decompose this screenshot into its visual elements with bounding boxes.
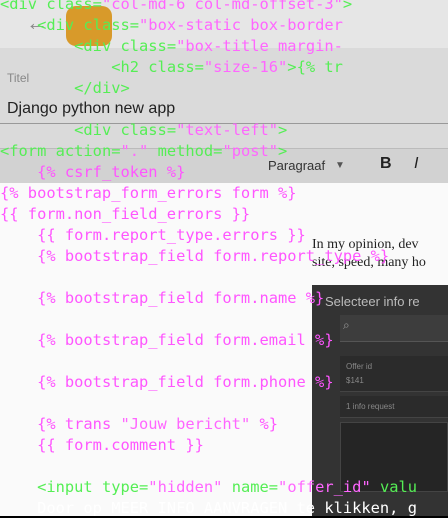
code-line: {% trans "Jouw bericht" %}: [0, 414, 278, 434]
code-token: {% trans: [37, 415, 121, 433]
code-token: "text-left": [176, 121, 279, 139]
code-template-tag: {% csrf_token %}: [37, 163, 186, 181]
code-line: {% bootstrap_form_errors form %}: [0, 183, 297, 203]
code-token: "hidden": [148, 478, 223, 496]
code-line: <div class="text-left">: [0, 120, 287, 140]
code-token: "box-title margin-: [176, 37, 343, 55]
code-token: "col-md-6 col-md-offset-3": [101, 0, 343, 13]
code-token: class=: [83, 16, 140, 34]
code-template-tag: Door op MEER INFO AANVRAGEN te klikken, …: [37, 499, 417, 517]
code-line: {% bootstrap_field form.report_type %}: [0, 246, 389, 266]
code-template-tag: {% bootstrap_field form.report_type %}: [37, 247, 390, 265]
code-token: <div: [37, 16, 84, 34]
code-template-tag: {{ form.non_field_errors }}: [0, 205, 251, 223]
code-overlay: <div class="col-md-6 col-md-offset-3"> <…: [0, 0, 448, 518]
code-token: <h2: [111, 58, 149, 76]
code-token: <div: [74, 121, 121, 139]
code-template-tag: {% bootstrap_field form.phone %}: [37, 373, 334, 391]
code-template-tag: {% bootstrap_field form.name %}: [37, 289, 325, 307]
code-line: <form action="." method="post">: [0, 141, 287, 161]
code-token: type=: [101, 478, 149, 496]
code-line: <div class="col-md-6 col-md-offset-3">: [0, 0, 352, 14]
code-token: class=: [120, 37, 177, 55]
code-token: ".": [120, 142, 149, 160]
code-line: <div class="box-title margin-: [0, 36, 343, 56]
code-template-tag: {{ form.report_type.errors }}: [37, 226, 306, 244]
code-token: method=: [148, 142, 223, 160]
code-token: >: [342, 0, 353, 13]
code-line: {{ form.comment }}: [0, 435, 204, 455]
code-token: <input: [37, 478, 102, 496]
code-token: "Jouw bericht": [120, 415, 251, 433]
code-line: {% csrf_token %}: [0, 162, 185, 182]
code-token: %}: [250, 415, 279, 433]
code-line: Door op MEER INFO AANVRAGEN te klikken, …: [0, 498, 417, 518]
code-template-tag: {{ form.comment }}: [37, 436, 204, 454]
code-line: {% bootstrap_field form.email %}: [0, 330, 334, 350]
code-token: </div>: [74, 79, 130, 97]
code-token: valu: [370, 478, 418, 496]
code-line: </div>: [0, 78, 130, 98]
code-token: name=: [222, 478, 279, 496]
code-line: <div class="box-static box-border: [0, 15, 343, 35]
code-line: {{ form.non_field_errors }}: [0, 204, 250, 224]
code-token: action=: [55, 142, 121, 160]
code-line: <input type="hidden" name="offer_id" val…: [0, 477, 417, 497]
code-token: >: [278, 121, 288, 139]
code-token: "size-16": [203, 58, 288, 76]
code-token: <div: [74, 37, 121, 55]
code-template-tag: {% bootstrap_form_errors form %}: [0, 184, 297, 202]
code-line: {% bootstrap_field form.phone %}: [0, 372, 334, 392]
code-template-tag: {% bootstrap_field form.email %}: [37, 331, 334, 349]
code-token: <form: [0, 142, 56, 160]
code-token: "offer_id": [278, 478, 371, 496]
code-token: >: [278, 142, 288, 160]
code-line: {{ form.report_type.errors }}: [0, 225, 306, 245]
code-token: class=: [148, 58, 204, 76]
code-token: "box-static box-border: [139, 16, 343, 34]
code-line: <h2 class="size-16">{% tr: [0, 57, 343, 77]
code-token: class=: [46, 0, 102, 13]
code-token: "post": [222, 142, 279, 160]
code-token: class=: [120, 121, 177, 139]
code-token: >{% tr: [287, 58, 343, 76]
code-line: {% bootstrap_field form.name %}: [0, 288, 324, 308]
code-token: <div: [0, 0, 47, 13]
